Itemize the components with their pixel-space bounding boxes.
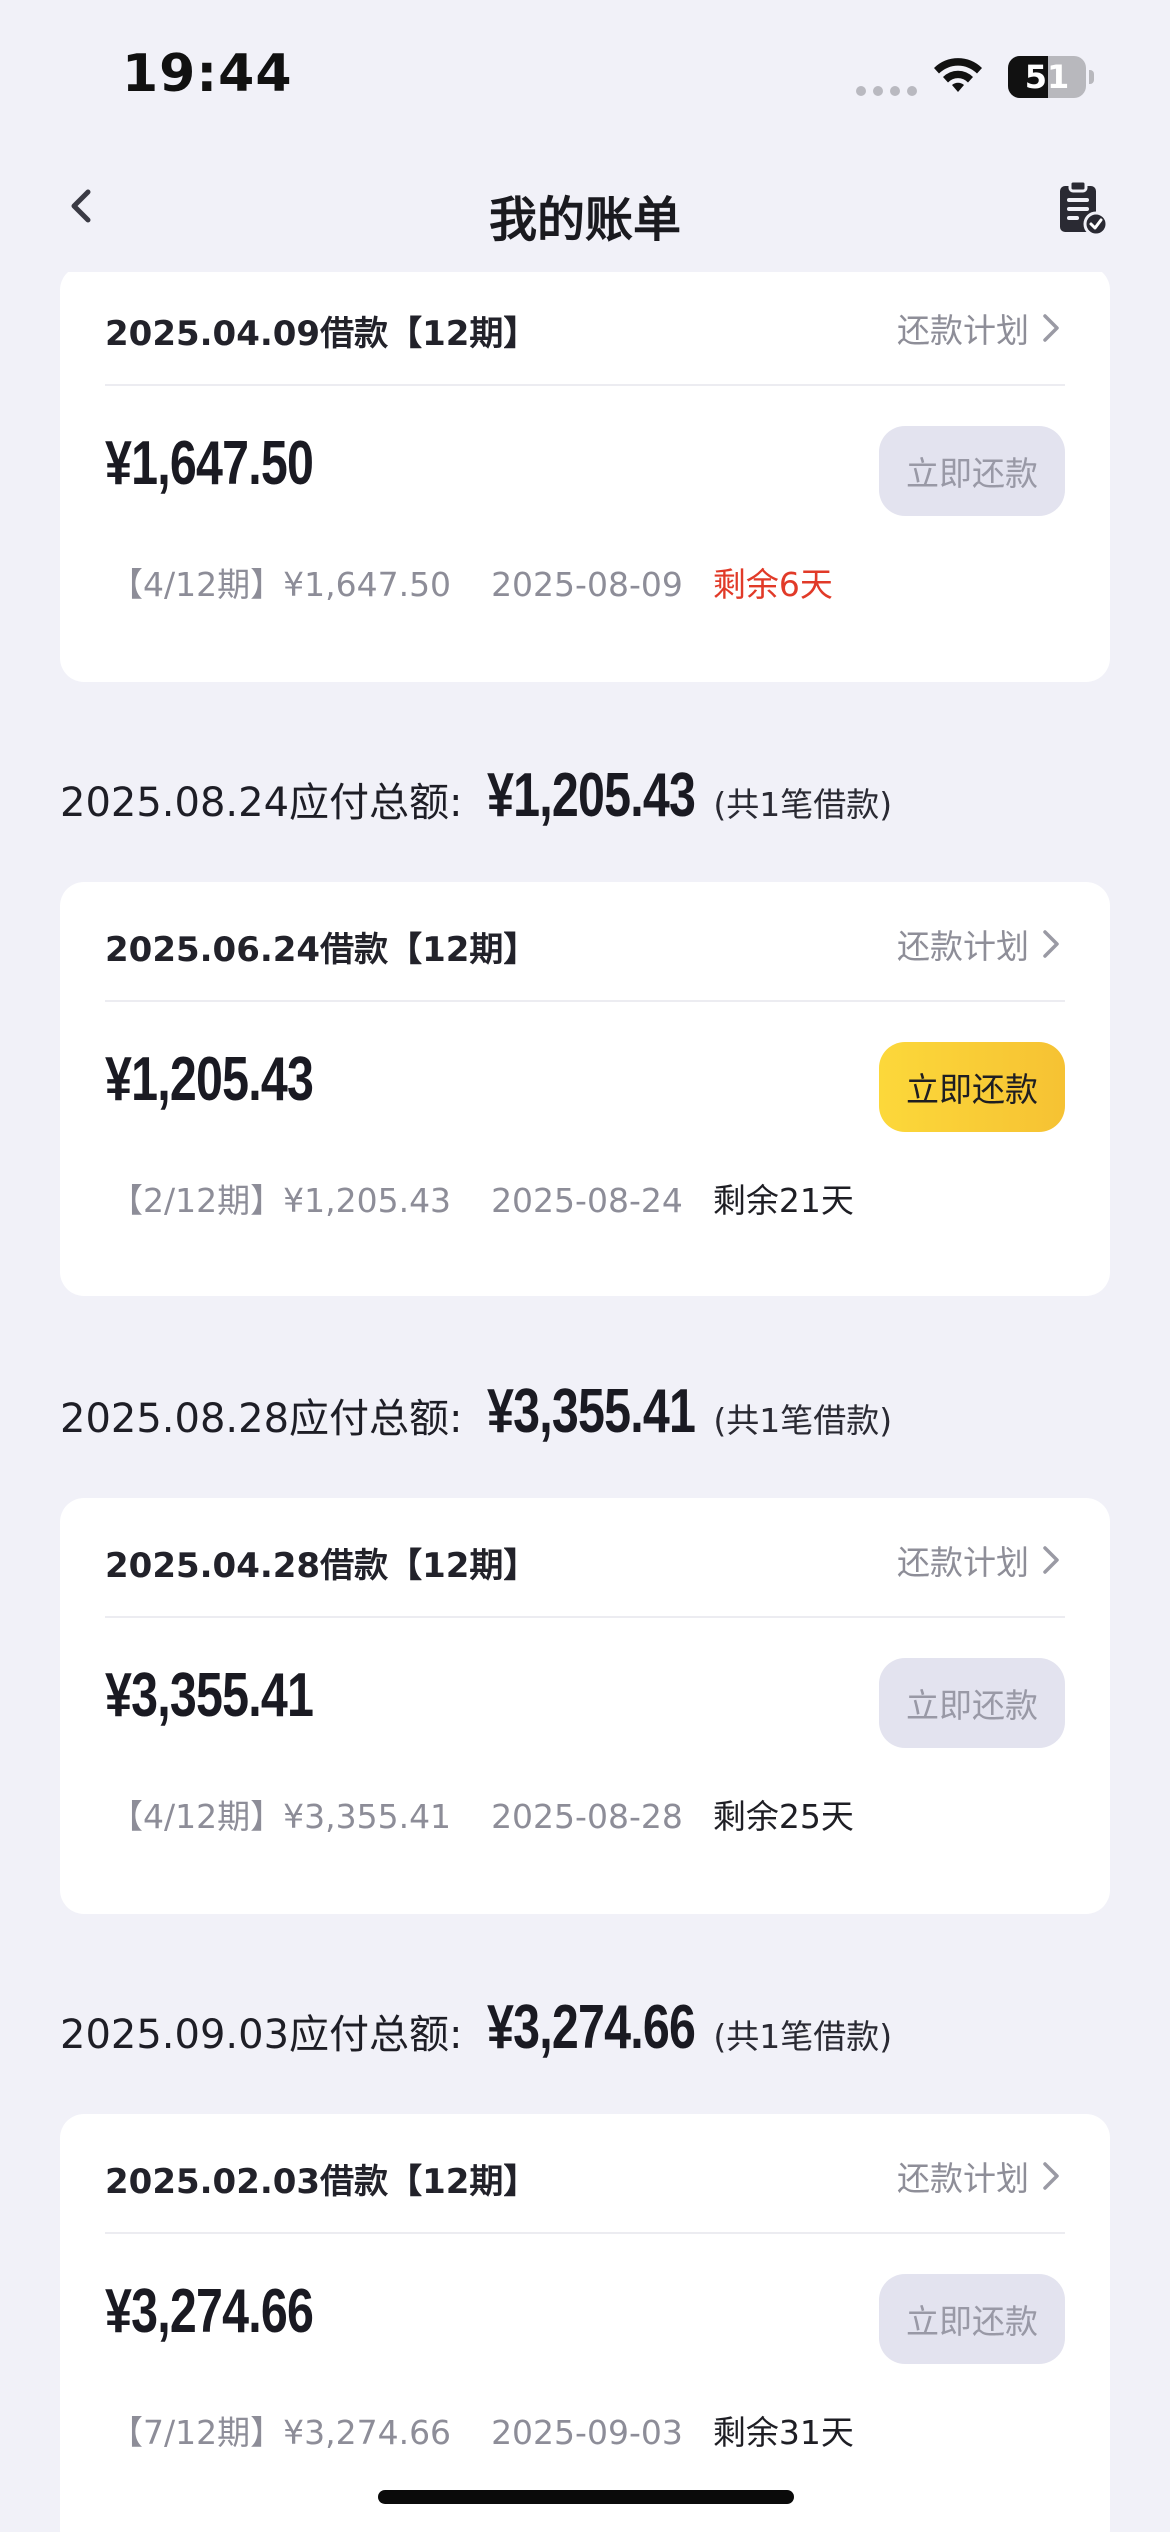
cellular-signal-icon	[856, 86, 917, 96]
due-date: 2025-08-28	[491, 1797, 683, 1836]
repay-now-button[interactable]: 立即还款	[879, 2274, 1065, 2364]
installment-label: 【4/12期】¥1,647.50	[110, 565, 452, 604]
loan-count: (共1笔借款)	[713, 785, 893, 824]
repayment-plan-link[interactable]: 还款计划	[897, 1536, 1065, 1584]
repay-now-button[interactable]: 立即还款	[879, 1042, 1065, 1132]
due-total: ¥3,355.41	[486, 1377, 696, 1446]
loan-count: (共1笔借款)	[713, 1401, 893, 1440]
chevron-right-icon	[1043, 2162, 1059, 2190]
loan-title: 2025.04.28借款【12期】	[105, 1546, 538, 1586]
card-header: 2025.02.03借款【12期】 还款计划	[105, 2114, 1065, 2234]
bill-check-icon[interactable]	[1050, 176, 1114, 240]
status-time: 19:44	[122, 44, 293, 104]
repay-now-button[interactable]: 立即还款	[879, 426, 1065, 516]
due-date: 2025-09-03	[491, 2413, 683, 2452]
bill-page: 19:44 51 我的账单 2025.04.09借款【12期】 还款计划 ¥1,…	[0, 0, 1170, 2532]
loan-count: (共1笔借款)	[713, 2017, 893, 2056]
battery-cap	[1089, 70, 1094, 84]
installment-info: 【2/12期】¥1,205.43 2025-08-24 剩余21天	[105, 1174, 854, 1222]
nav-bar: 我的账单	[0, 150, 1170, 270]
installment-label: 【7/12期】¥3,274.66	[110, 2413, 452, 2452]
due-date: 2025-08-09	[491, 565, 683, 604]
loan-title: 2025.06.24借款【12期】	[105, 930, 538, 970]
repayment-plan-label: 还款计划	[897, 2159, 1029, 2198]
repayment-plan-label: 还款计划	[897, 1543, 1029, 1582]
wifi-icon	[934, 58, 982, 92]
bill-card: 2025.04.09借款【12期】 还款计划 ¥1,647.50 立即还款 【4…	[60, 272, 1110, 682]
battery-level: 51	[1024, 58, 1070, 96]
bill-list[interactable]: 2025.04.09借款【12期】 还款计划 ¥1,647.50 立即还款 【4…	[0, 272, 1170, 2532]
repayment-plan-label: 还款计划	[897, 311, 1029, 350]
due-group-header: 2025.08.28应付总额: ¥3,355.41 (共1笔借款)	[60, 1376, 892, 1466]
installment-info: 【4/12期】¥1,647.50 2025-08-09 剩余6天	[105, 558, 833, 606]
page-title: 我的账单	[488, 192, 681, 248]
bill-amount: ¥3,274.66	[105, 2277, 314, 2346]
due-total: ¥1,205.43	[486, 761, 696, 830]
repayment-plan-label: 还款计划	[897, 927, 1029, 966]
repayment-plan-link[interactable]: 还款计划	[897, 920, 1065, 968]
bill-amount: ¥3,355.41	[105, 1661, 314, 1730]
repayment-plan-link[interactable]: 还款计划	[897, 304, 1065, 352]
bill-amount: ¥1,205.43	[105, 1045, 314, 1114]
card-header: 2025.04.28借款【12期】 还款计划	[105, 1498, 1065, 1618]
installment-label: 【4/12期】¥3,355.41	[110, 1797, 452, 1836]
status-bar: 19:44 51	[0, 0, 1170, 150]
battery-icon: 51	[1008, 56, 1086, 98]
home-indicator[interactable]	[378, 2490, 794, 2504]
due-group-header: 2025.08.24应付总额: ¥1,205.43 (共1笔借款)	[60, 760, 892, 850]
chevron-right-icon	[1043, 314, 1059, 342]
bill-card: 2025.04.28借款【12期】 还款计划 ¥3,355.41 立即还款 【4…	[60, 1498, 1110, 1914]
due-total: ¥3,274.66	[486, 1993, 696, 2062]
due-date-label: 2025.09.03应付总额:	[60, 2012, 463, 2058]
due-date: 2025-08-24	[491, 1181, 683, 1220]
due-date-label: 2025.08.28应付总额:	[60, 1396, 463, 1442]
chevron-right-icon	[1043, 1546, 1059, 1574]
repayment-plan-link[interactable]: 还款计划	[897, 2152, 1065, 2200]
chevron-right-icon	[1043, 930, 1059, 958]
loan-title: 2025.02.03借款【12期】	[105, 2162, 538, 2202]
remaining-days: 剩余25天	[712, 1797, 854, 1836]
installment-label: 【2/12期】¥1,205.43	[110, 1181, 452, 1220]
remaining-days: 剩余31天	[712, 2413, 854, 2452]
card-header: 2025.06.24借款【12期】 还款计划	[105, 882, 1065, 1002]
bill-card: 2025.06.24借款【12期】 还款计划 ¥1,205.43 立即还款 【2…	[60, 882, 1110, 1296]
bill-card: 2025.02.03借款【12期】 还款计划 ¥3,274.66 立即还款 【7…	[60, 2114, 1110, 2532]
due-date-label: 2025.08.24应付总额:	[60, 780, 463, 826]
remaining-days: 剩余21天	[712, 1181, 854, 1220]
card-header: 2025.04.09借款【12期】 还款计划	[105, 272, 1065, 386]
due-group-header: 2025.09.03应付总额: ¥3,274.66 (共1笔借款)	[60, 1992, 892, 2082]
installment-info: 【4/12期】¥3,355.41 2025-08-28 剩余25天	[105, 1790, 854, 1838]
installment-info: 【7/12期】¥3,274.66 2025-09-03 剩余31天	[105, 2406, 854, 2454]
loan-title: 2025.04.09借款【12期】	[105, 314, 538, 354]
remaining-days: 剩余6天	[712, 565, 833, 604]
repay-now-button[interactable]: 立即还款	[879, 1658, 1065, 1748]
bill-amount: ¥1,647.50	[105, 429, 314, 498]
